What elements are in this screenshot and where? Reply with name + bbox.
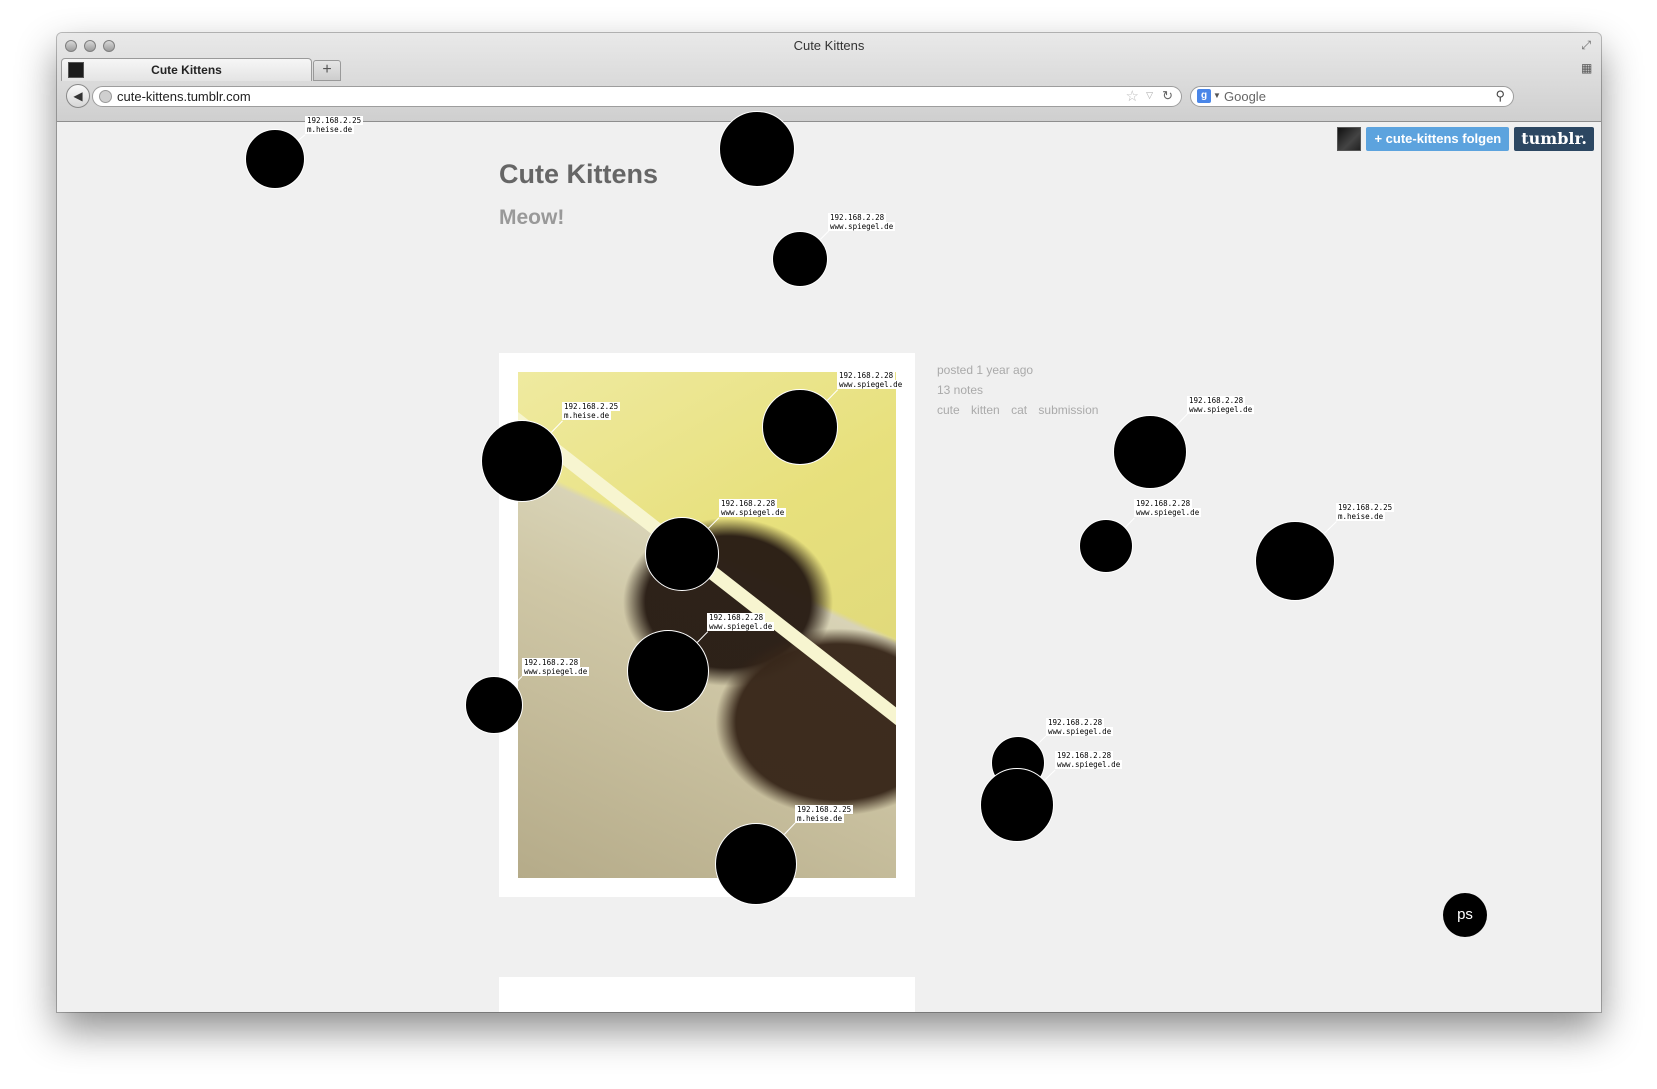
tooltip-leader-line xyxy=(298,133,306,141)
connection-marker[interactable] xyxy=(1113,415,1187,489)
tooltip-leader-line xyxy=(1037,735,1047,745)
post-tags: cute kitten cat submission xyxy=(937,400,1106,420)
bookmark-star-icon[interactable]: ☆ xyxy=(1126,87,1139,105)
tooltip-host: m.heise.de xyxy=(1336,512,1386,521)
connection-tooltip: 192.168.2.25 m.heise.de xyxy=(305,116,364,134)
fullscreen-icon[interactable]: ⤢ xyxy=(1581,38,1591,53)
tab-cute-kittens[interactable]: Cute Kittens xyxy=(61,58,312,81)
tooltip-host: www.spiegel.de xyxy=(1055,760,1123,769)
blog-title[interactable]: Cute Kittens xyxy=(499,159,658,190)
tag-link[interactable]: submission xyxy=(1038,403,1098,417)
tooltip-ip: 192.168.2.28 xyxy=(828,213,887,222)
navigation-toolbar: ◀ cute-kittens.tumblr.com ☆ ▽ ↻ g ▼ Goog… xyxy=(57,84,1601,118)
tab-label: Cute Kittens xyxy=(151,63,222,77)
tumblr-logo-button[interactable]: tumblr. xyxy=(1514,127,1594,151)
tooltip-host: m.heise.de xyxy=(305,125,355,134)
connection-marker[interactable] xyxy=(980,768,1054,842)
tooltip-ip: 192.168.2.28 xyxy=(522,658,581,667)
tag-link[interactable]: cute xyxy=(937,403,960,417)
address-bar[interactable]: cute-kittens.tumblr.com ☆ ▽ ↻ xyxy=(92,86,1182,107)
tooltip-ip: 192.168.2.25 xyxy=(795,805,854,814)
tooltip-host: www.spiegel.de xyxy=(1046,727,1114,736)
tag-link[interactable]: kitten xyxy=(971,403,1000,417)
connection-tooltip: 192.168.2.28 www.spiegel.de xyxy=(837,371,905,389)
blog-avatar[interactable] xyxy=(1337,127,1362,151)
connection-marker[interactable] xyxy=(715,823,797,905)
post-date[interactable]: posted 1 year ago xyxy=(937,360,1106,380)
tooltip-ip: 192.168.2.25 xyxy=(1336,503,1395,512)
connection-marker[interactable] xyxy=(719,111,795,187)
search-placeholder: Google xyxy=(1224,89,1266,104)
tooltip-ip: 192.168.2.28 xyxy=(1187,396,1246,405)
tab-bar: Cute Kittens + ▦ xyxy=(57,58,1601,82)
connection-tooltip: 192.168.2.28 www.spiegel.de xyxy=(707,613,775,631)
post-meta: posted 1 year ago 13 notes cute kitten c… xyxy=(937,360,1106,420)
tooltip-leader-line xyxy=(819,230,829,240)
tooltip-host: m.heise.de xyxy=(562,411,612,420)
window-title: Cute Kittens xyxy=(793,38,865,53)
tooltip-ip: 192.168.2.28 xyxy=(1046,718,1105,727)
tooltip-leader-line xyxy=(1043,768,1056,781)
follow-button[interactable]: + cute-kittens folgen xyxy=(1366,127,1510,151)
tooltip-ip: 192.168.2.28 xyxy=(1055,751,1114,760)
connection-tooltip: 192.168.2.28 www.spiegel.de xyxy=(1134,499,1202,517)
tooltip-host: www.spiegel.de xyxy=(707,622,775,631)
next-post xyxy=(499,977,915,1012)
tag-link[interactable]: cat xyxy=(1011,403,1027,417)
history-dropdown-icon[interactable]: ▽ xyxy=(1146,90,1153,101)
connection-tooltip: 192.168.2.28 www.spiegel.de xyxy=(1187,396,1255,414)
tooltip-host: www.spiegel.de xyxy=(828,222,896,231)
connection-tooltip: 192.168.2.25 m.heise.de xyxy=(1336,503,1395,521)
tooltip-ip: 192.168.2.28 xyxy=(707,613,766,622)
connection-tooltip: 192.168.2.28 www.spiegel.de xyxy=(522,658,590,676)
browser-chrome: Cute Kittens ⤢ Cute Kittens + ▦ ◀ cute-k… xyxy=(57,33,1601,122)
url-text: cute-kittens.tumblr.com xyxy=(117,89,251,104)
connection-tooltip: 192.168.2.25 m.heise.de xyxy=(562,402,621,420)
search-bar[interactable]: g ▼ Google ⚲ xyxy=(1190,86,1514,107)
connection-tooltip: 192.168.2.25 m.heise.de xyxy=(795,805,854,823)
tooltip-host: www.spiegel.de xyxy=(1134,508,1202,517)
tab-overview-icon[interactable]: ▦ xyxy=(1581,61,1595,75)
page-viewport: + cute-kittens folgen tumblr. Cute Kitte… xyxy=(57,111,1601,1012)
connection-marker[interactable] xyxy=(245,129,305,189)
magnifier-icon[interactable]: ⚲ xyxy=(1495,88,1505,104)
tooltip-ip: 192.168.2.28 xyxy=(837,371,896,380)
tumblr-controls: + cute-kittens folgen tumblr. xyxy=(1337,127,1594,151)
back-button[interactable]: ◀ xyxy=(66,84,90,108)
tooltip-host: www.spiegel.de xyxy=(522,667,590,676)
connection-tooltip: 192.168.2.28 www.spiegel.de xyxy=(1046,718,1114,736)
tooltip-host: www.spiegel.de xyxy=(719,508,787,517)
engine-dropdown-icon[interactable]: ▼ xyxy=(1213,91,1221,100)
google-icon[interactable]: g xyxy=(1197,89,1211,103)
tooltip-ip: 192.168.2.25 xyxy=(305,116,364,125)
ps-button[interactable]: ps xyxy=(1443,893,1487,937)
tooltip-leader-line xyxy=(1175,413,1188,427)
tooltip-ip: 192.168.2.25 xyxy=(562,402,621,411)
tooltip-host: www.spiegel.de xyxy=(837,380,905,389)
tooltip-ip: 192.168.2.28 xyxy=(1134,499,1193,508)
new-tab-button[interactable]: + xyxy=(313,60,341,81)
globe-icon xyxy=(99,90,112,103)
browser-window: Cute Kittens ⤢ Cute Kittens + ▦ ◀ cute-k… xyxy=(57,33,1601,1012)
tooltip-leader-line xyxy=(1323,521,1337,534)
blog-description: Meow! xyxy=(499,206,565,229)
tooltip-leader-line xyxy=(1124,516,1135,528)
reload-icon[interactable]: ↻ xyxy=(1162,88,1173,104)
tooltip-host: m.heise.de xyxy=(795,814,845,823)
connection-tooltip: 192.168.2.28 www.spiegel.de xyxy=(719,499,787,517)
connection-marker[interactable] xyxy=(1255,521,1335,601)
tooltip-ip: 192.168.2.28 xyxy=(719,499,778,508)
tooltip-host: www.spiegel.de xyxy=(1187,405,1255,414)
connection-tooltip: 192.168.2.28 www.spiegel.de xyxy=(1055,751,1123,769)
connection-tooltip: 192.168.2.28 www.spiegel.de xyxy=(828,213,896,231)
post-notes[interactable]: 13 notes xyxy=(937,380,1106,400)
